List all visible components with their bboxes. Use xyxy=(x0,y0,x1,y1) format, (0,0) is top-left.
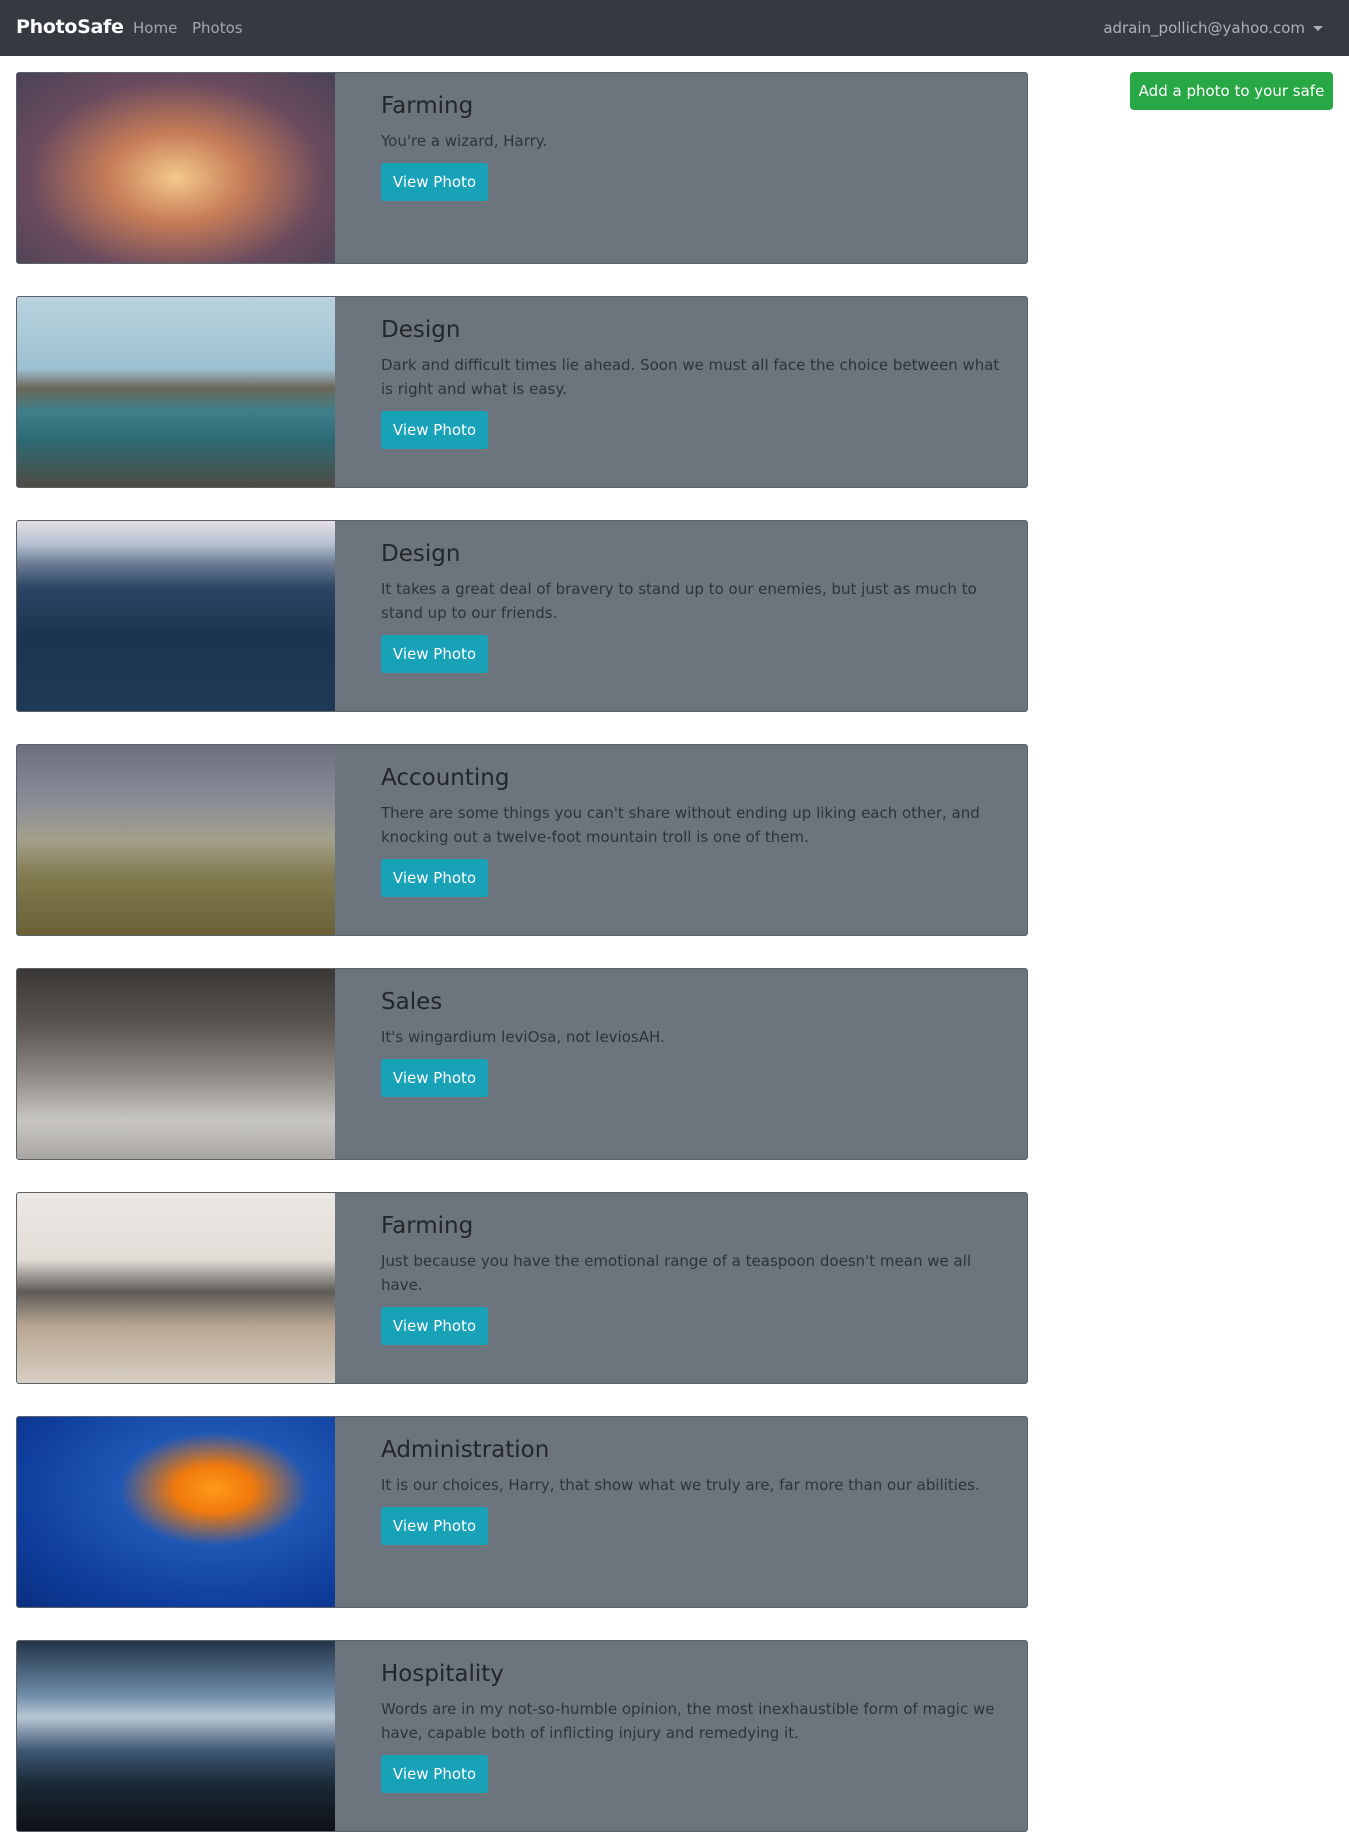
card-title: Hospitality xyxy=(381,1661,504,1687)
view-photo-button[interactable]: View Photo xyxy=(381,1755,488,1793)
photo-card: Design Dark and difficult times lie ahea… xyxy=(16,296,1028,488)
add-photo-button[interactable]: Add a photo to your safe xyxy=(1130,72,1333,110)
card-description: There are some things you can't share wi… xyxy=(381,804,980,846)
card-description: Words are in my not-so-humble opinion, t… xyxy=(381,1700,995,1742)
photo-card: Hospitality Words are in my not-so-humbl… xyxy=(16,1640,1028,1832)
card-body: Design Dark and difficult times lie ahea… xyxy=(381,315,1009,449)
view-photo-button[interactable]: View Photo xyxy=(381,635,488,673)
card-title: Accounting xyxy=(381,765,510,791)
view-photo-button[interactable]: View Photo xyxy=(381,859,488,897)
card-title: Sales xyxy=(381,989,443,1015)
card-body: Accounting There are some things you can… xyxy=(381,763,1009,897)
user-menu-dropdown[interactable]: adrain_pollich@yahoo.com xyxy=(1103,19,1323,37)
card-body: Sales It's wingardium leviOsa, not levio… xyxy=(381,987,1009,1097)
photo-thumbnail xyxy=(17,521,335,711)
card-description: Dark and difficult times lie ahead. Soon… xyxy=(381,356,1000,398)
photo-card: Farming Just because you have the emotio… xyxy=(16,1192,1028,1384)
navbar: PhotoSafe Home Photos adrain_pollich@yah… xyxy=(0,0,1349,56)
card-body: Hospitality Words are in my not-so-humbl… xyxy=(381,1659,1009,1793)
card-description: You're a wizard, Harry. xyxy=(381,132,548,150)
nav-link-photos[interactable]: Photos xyxy=(192,19,243,37)
card-title: Design xyxy=(381,317,461,343)
brand-logo[interactable]: PhotoSafe xyxy=(16,16,124,38)
chevron-down-icon xyxy=(1313,25,1323,31)
card-title: Farming xyxy=(381,93,474,119)
card-body: Farming Just because you have the emotio… xyxy=(381,1211,1009,1345)
user-email: adrain_pollich@yahoo.com xyxy=(1103,19,1305,37)
photo-card: Accounting There are some things you can… xyxy=(16,744,1028,936)
photo-thumbnail xyxy=(17,745,335,935)
photo-thumbnail xyxy=(17,1193,335,1383)
photo-card: Design It takes a great deal of bravery … xyxy=(16,520,1028,712)
nav-link-home[interactable]: Home xyxy=(133,19,177,37)
card-body: Farming You're a wizard, Harry. View Pho… xyxy=(381,91,1009,201)
photo-thumbnail xyxy=(17,73,335,263)
photo-thumbnail xyxy=(17,969,335,1159)
card-description: It is our choices, Harry, that show what… xyxy=(381,1476,980,1494)
view-photo-button[interactable]: View Photo xyxy=(381,1307,488,1345)
view-photo-button[interactable]: View Photo xyxy=(381,163,488,201)
photo-thumbnail xyxy=(17,1417,335,1607)
view-photo-button[interactable]: View Photo xyxy=(381,1507,488,1545)
card-title: Design xyxy=(381,541,461,567)
photo-card: Farming You're a wizard, Harry. View Pho… xyxy=(16,72,1028,264)
card-description: It's wingardium leviOsa, not leviosAH. xyxy=(381,1028,665,1046)
card-title: Administration xyxy=(381,1437,550,1463)
card-body: Administration It is our choices, Harry,… xyxy=(381,1435,1009,1545)
photo-card: Sales It's wingardium leviOsa, not levio… xyxy=(16,968,1028,1160)
card-title: Farming xyxy=(381,1213,474,1239)
photo-thumbnail xyxy=(17,1641,335,1831)
photo-card: Administration It is our choices, Harry,… xyxy=(16,1416,1028,1608)
view-photo-button[interactable]: View Photo xyxy=(381,1059,488,1097)
card-description: Just because you have the emotional rang… xyxy=(381,1252,972,1294)
photo-thumbnail xyxy=(17,297,335,487)
card-body: Design It takes a great deal of bravery … xyxy=(381,539,1009,673)
card-description: It takes a great deal of bravery to stan… xyxy=(381,580,977,622)
view-photo-button[interactable]: View Photo xyxy=(381,411,488,449)
